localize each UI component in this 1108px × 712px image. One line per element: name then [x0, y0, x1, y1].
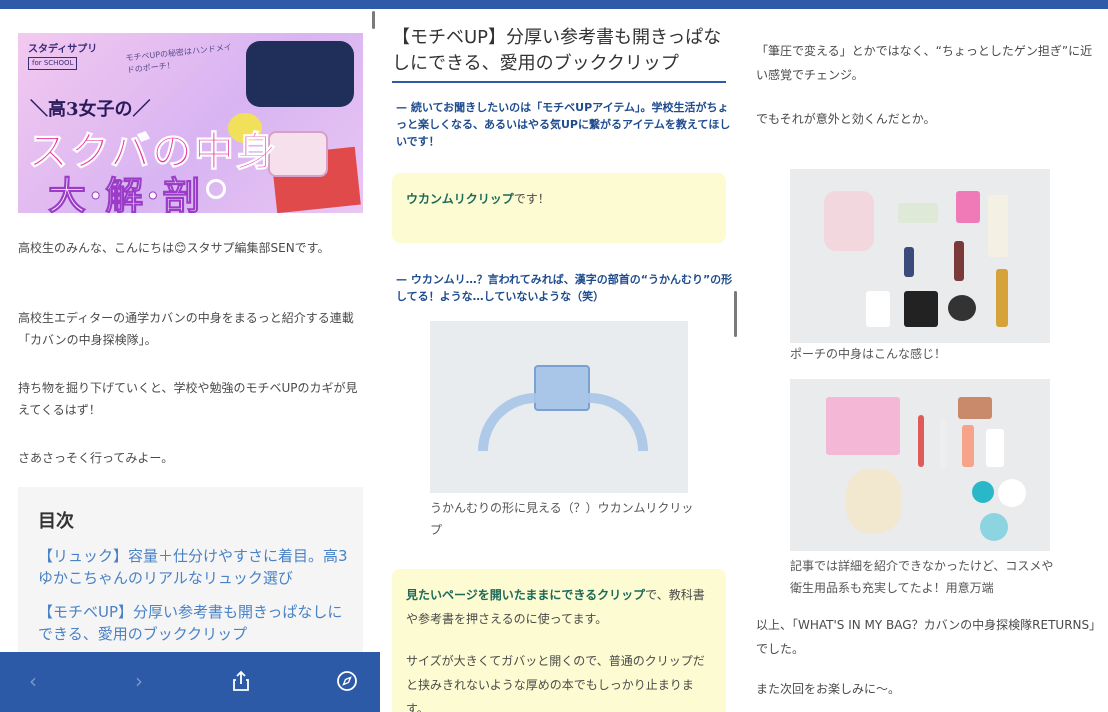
answer-box: ウカンムリクリップです！ [392, 173, 726, 243]
top-accent-bar [0, 0, 1108, 9]
banner-title-line2: 大·解·剖 [47, 173, 204, 214]
back-button[interactable]: ‹ [18, 666, 48, 696]
item-image [954, 241, 964, 281]
toc-link-book-clip[interactable]: 【モチベUP】分厚い参考書も開きっぱなしにできる、愛用のブッククリップ [38, 601, 348, 645]
screen-article-intro[interactable]: スタディサプリ for SCHOOL モチベUPの秘密はハンドメイドのポーチ！ … [0, 9, 380, 712]
scroll-indicator[interactable] [372, 11, 375, 29]
answer-text: ウカンムリクリップです！ [406, 187, 716, 211]
heading-underline [392, 81, 726, 83]
compass-icon [337, 671, 357, 691]
article-banner: スタディサプリ for SCHOOL モチベUPの秘密はハンドメイドのポーチ！ … [18, 33, 363, 213]
item-image [962, 425, 974, 467]
answer-box: 見たいページを開いたままにできるクリップで、教科書や参考書を押さえるのに使ってま… [392, 569, 726, 712]
chevron-left-icon: ‹ [29, 669, 37, 693]
chevron-right-icon: › [135, 669, 143, 693]
body-paragraph: でもそれが意外と効くんだとか。 [756, 112, 936, 126]
screen-article-end[interactable]: 「筆圧で変える」とかではなく、“ちょっとしたゲン担ぎ”に近い感覚でチェンジ。 で… [748, 9, 1108, 712]
intro-paragraph: 高校生エディターの通学カバンの中身をまるっと紹介する連載「カバンの中身探検隊」。 [18, 311, 354, 347]
banner-kicker: ＼高3女子の／ [30, 99, 151, 120]
item-image [956, 191, 980, 223]
scroll-indicator[interactable] [734, 291, 737, 337]
brand-logo: スタディサプリ [28, 44, 98, 55]
answer-highlight: 見たいページを開いたままにできるクリップ [406, 588, 646, 602]
item-image [866, 291, 890, 327]
intro-paragraph: さあさっそく行ってみよー。 [18, 451, 174, 465]
item-image [948, 295, 976, 321]
intro-paragraph: 高校生のみんな、こんにちは😊スタサプ編集部SENです。 [18, 241, 330, 255]
clip-photo [430, 321, 688, 493]
answer-highlight: ウカンムリクリップ [406, 192, 514, 206]
browser-toolbar: ‹ › [0, 652, 380, 712]
item-image [918, 415, 924, 467]
body-paragraph: また次回をお楽しみに〜。 [756, 682, 901, 696]
item-image [996, 269, 1008, 327]
item-image [904, 291, 938, 327]
item-image [904, 247, 914, 277]
interview-question: — ウカンムリ…？言われてみれば、漢字の部首の“うかんむり”の形してる！ような…… [396, 273, 733, 303]
brand-sub-logo: for SCHOOL [28, 57, 78, 70]
intro-paragraph: 持ち物を掘り下げていくと、学校や勉強のモチベUPのカギが見えてくるはず！ [18, 381, 358, 417]
magnifier-icon [206, 179, 226, 199]
item-image [898, 203, 938, 223]
section-heading: 【モチベUP】分厚い参考書も開きっぱなしにできる、愛用のブッククリップ [392, 27, 722, 74]
toc-link-backpack[interactable]: 【リュック】容量＋仕分けやすさに着目。高3ゆかこちゃんのリアルなリュック選び [38, 545, 348, 589]
item-image [998, 479, 1026, 507]
body-paragraph: 以上、「WHAT'S IN MY BAG？カバンの中身探検隊RETURNS」でし… [756, 618, 1096, 656]
share-button[interactable] [226, 666, 256, 696]
answer-rest: です！ [513, 192, 550, 206]
banner-tagline: モチベUPの秘密はハンドメイドのポーチ！ [125, 42, 233, 75]
browser-compass-button[interactable] [332, 666, 362, 696]
item-image [940, 419, 946, 469]
interview-question: — 続いてお聞きしたいのは「モチベUPアイテム」。学校生活がちょっと楽しくなる、… [396, 101, 731, 148]
body-paragraph: 「筆圧で変える」とかではなく、“ちょっとしたゲン担ぎ”に近い感覚でチェンジ。 [756, 44, 1093, 82]
cosmetics-photo [790, 379, 1050, 551]
photo-caption: ポーチの中身はこんな感じ！ [790, 347, 947, 361]
backpack-image [246, 41, 354, 107]
share-icon [233, 670, 249, 691]
forward-button[interactable]: › [124, 666, 154, 696]
pouch-image [824, 191, 874, 251]
item-image [980, 513, 1008, 541]
pouch-image [826, 397, 900, 455]
clip-base-image [478, 393, 648, 451]
pouch-contents-photo [790, 169, 1050, 343]
answer-text: 見たいページを開いたままにできるクリップで、教科書や参考書を押さえるのに使ってま… [406, 583, 716, 631]
item-image [972, 481, 994, 503]
item-image [986, 429, 1004, 467]
answer-text: サイズが大きくてガバッと開くので、普通のクリップだと挟みきれないような厚めの本で… [406, 654, 705, 712]
pouch-image [846, 469, 902, 533]
item-image [958, 397, 992, 419]
photo-caption: 記事では詳細を紹介できなかったけど、コスメや衛生用品系も充実してたよ！用意万端 [790, 559, 1054, 595]
item-image [988, 195, 1008, 257]
screen-article-section[interactable]: 【モチベUP】分厚い参考書も開きっぱなしにできる、愛用のブッククリップ — 続い… [380, 9, 748, 712]
toc-title: 目次 [38, 511, 74, 532]
photo-caption: うかんむりの形に見える（？）ウカンムリクリップ [430, 501, 694, 537]
